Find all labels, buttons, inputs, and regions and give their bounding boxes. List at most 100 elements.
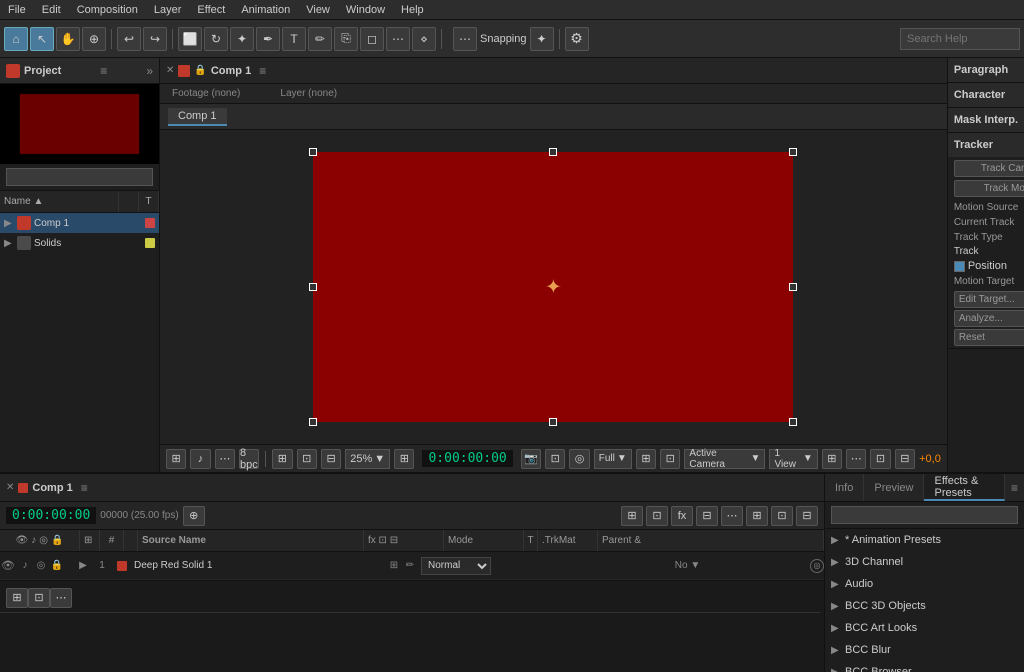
timeline-close[interactable]: ✕: [6, 482, 14, 493]
menu-window[interactable]: Window: [338, 2, 393, 18]
handle-tc[interactable]: [549, 148, 557, 156]
layer-switch-2[interactable]: ✏: [403, 559, 417, 573]
timeline-ctrl-4[interactable]: ⊟: [696, 506, 718, 526]
viewer-roi-button[interactable]: ⊡: [660, 449, 680, 469]
effects-item-bcc-blur[interactable]: ▶ BCC Blur: [825, 639, 1024, 661]
project-panel-close[interactable]: [6, 64, 20, 78]
comp-name-label[interactable]: Comp 1: [168, 108, 227, 126]
viewer-quality-dropdown[interactable]: Full ▼: [594, 449, 632, 469]
menu-help[interactable]: Help: [393, 2, 432, 18]
track-motion-button[interactable]: Track Motion: [954, 180, 1024, 197]
tracker-header[interactable]: Tracker ≡: [948, 133, 1024, 157]
handle-bc[interactable]: [549, 418, 557, 426]
project-col-name[interactable]: Name ▲: [0, 191, 119, 212]
timeline-timecode[interactable]: 0:00:00:00: [6, 507, 96, 524]
timeline-menu[interactable]: ≡: [81, 481, 88, 495]
undo-button[interactable]: ↩: [117, 27, 141, 51]
select-box-button[interactable]: ⬜: [178, 27, 202, 51]
viewer-overlay-button[interactable]: ⊟: [321, 449, 341, 469]
zoom-tool-button[interactable]: ⊕: [82, 27, 106, 51]
redo-button[interactable]: ↪: [143, 27, 167, 51]
home-tool-button[interactable]: ⌂: [4, 27, 28, 51]
timeline-footer-btn2[interactable]: ⊡: [28, 588, 50, 608]
project-item-solids[interactable]: ▶ Solids: [0, 233, 159, 253]
viewer-snapshot-button[interactable]: 📷: [521, 449, 541, 469]
track-camera-button[interactable]: Track Camera: [954, 160, 1024, 177]
viewer-reset-button[interactable]: ⊞: [394, 449, 414, 469]
effects-item-bcc-art-looks[interactable]: ▶ BCC Art Looks: [825, 617, 1024, 639]
handle-ml[interactable]: [309, 283, 317, 291]
character-header[interactable]: Character: [948, 83, 1024, 107]
menu-edit[interactable]: Edit: [34, 2, 69, 18]
effects-item-3d-channel[interactable]: ▶ 3D Channel: [825, 551, 1024, 573]
analyze-button[interactable]: Analyze...: [954, 310, 1024, 327]
handle-tl[interactable]: [309, 148, 317, 156]
viewer-bpc-button[interactable]: 8 bpc: [239, 449, 259, 469]
effects-item-bcc-browser[interactable]: ▶ BCC Browser: [825, 661, 1024, 672]
shape-button[interactable]: ✦: [230, 27, 254, 51]
viewer-camera-dropdown[interactable]: Active Camera ▼: [684, 449, 765, 469]
handle-br[interactable]: [789, 418, 797, 426]
tab-effects-presets[interactable]: Effects & Presets: [924, 474, 1005, 501]
puppet-button[interactable]: ⋯: [386, 27, 410, 51]
menu-animation[interactable]: Animation: [233, 2, 298, 18]
menu-effect[interactable]: Effect: [189, 2, 233, 18]
timeline-ctrl-7[interactable]: ⊡: [771, 506, 793, 526]
pin-button[interactable]: ⋄: [412, 27, 436, 51]
timeline-ctrl-2[interactable]: ⊡: [646, 506, 668, 526]
layer-switch-1[interactable]: ⊞: [387, 559, 401, 573]
viewer-audio-button[interactable]: ♪: [190, 449, 210, 469]
handle-bl[interactable]: [309, 418, 317, 426]
eraser-button[interactable]: ◻: [360, 27, 384, 51]
viewer-zoom-dropdown[interactable]: 25% ▼: [345, 449, 390, 469]
layer-mode-select[interactable]: Normal: [421, 557, 491, 575]
viewer-draft-button[interactable]: ⋯: [215, 449, 235, 469]
layer-collapse-btn[interactable]: ▶: [76, 559, 90, 573]
pen-button[interactable]: ✒: [256, 27, 280, 51]
handle-mr[interactable]: [789, 283, 797, 291]
clone-button[interactable]: ⎘: [334, 27, 358, 51]
timeline-ctrl-8[interactable]: ⊟: [796, 506, 818, 526]
layer-parent-pick[interactable]: ◎: [810, 559, 824, 573]
snapping-toggle[interactable]: ⋯: [453, 27, 477, 51]
viewer-alpha-button[interactable]: ⊞: [636, 449, 656, 469]
timeline-search-btn[interactable]: ⊕: [183, 506, 205, 526]
text-button[interactable]: T: [282, 27, 306, 51]
effects-item-bcc-3d-objects[interactable]: ▶ BCC 3D Objects: [825, 595, 1024, 617]
layer-lock-btn[interactable]: 🔒: [50, 559, 64, 573]
comp-tab-close[interactable]: ✕: [166, 65, 174, 76]
timeline-ctrl-1[interactable]: ⊞: [621, 506, 643, 526]
timeline-footer-btn1[interactable]: ⊞: [6, 588, 28, 608]
transform-button[interactable]: ↻: [204, 27, 228, 51]
project-item-comp1[interactable]: ▶ Comp 1: [0, 213, 159, 233]
timeline-footer-btn3[interactable]: ⋯: [50, 588, 72, 608]
reset-button[interactable]: Reset: [954, 329, 1024, 346]
menu-layer[interactable]: Layer: [146, 2, 190, 18]
comp-tab-lock[interactable]: 🔒: [194, 65, 206, 76]
project-panel-menu[interactable]: ≡: [100, 64, 107, 78]
effects-item-audio[interactable]: ▶ Audio: [825, 573, 1024, 595]
timeline-ctrl-3[interactable]: fx: [671, 506, 693, 526]
menu-file[interactable]: File: [0, 2, 34, 18]
effects-item-animation-presets[interactable]: ▶ * Animation Presets: [825, 529, 1024, 551]
menu-view[interactable]: View: [298, 2, 338, 18]
timeline-ctrl-5[interactable]: ⋯: [721, 506, 743, 526]
menu-composition[interactable]: Composition: [69, 2, 146, 18]
brush-button[interactable]: ✏: [308, 27, 332, 51]
viewer-frame-blend[interactable]: ⊡: [870, 449, 890, 469]
project-col-type[interactable]: [119, 191, 139, 212]
viewer-rulers-button[interactable]: ⊡: [297, 449, 317, 469]
comp-tab-menu[interactable]: ≡: [259, 64, 266, 78]
hand-tool-button[interactable]: ✋: [56, 27, 80, 51]
viewer-fast-preview[interactable]: ⊞: [822, 449, 842, 469]
layer-solo-btn[interactable]: ◎: [34, 559, 48, 573]
position-checkbox[interactable]: [954, 261, 965, 272]
tl-col-name[interactable]: Source Name: [138, 530, 364, 551]
layer-color-box[interactable]: [117, 561, 127, 571]
settings-button[interactable]: ⚙: [565, 27, 589, 51]
viewer-color-picker[interactable]: ◎: [569, 449, 589, 469]
project-search-input[interactable]: [6, 168, 153, 186]
layer-eye-toggle[interactable]: 👁: [0, 552, 16, 580]
edit-target-button[interactable]: Edit Target...: [954, 291, 1024, 308]
project-panel-expand[interactable]: »: [146, 64, 153, 78]
